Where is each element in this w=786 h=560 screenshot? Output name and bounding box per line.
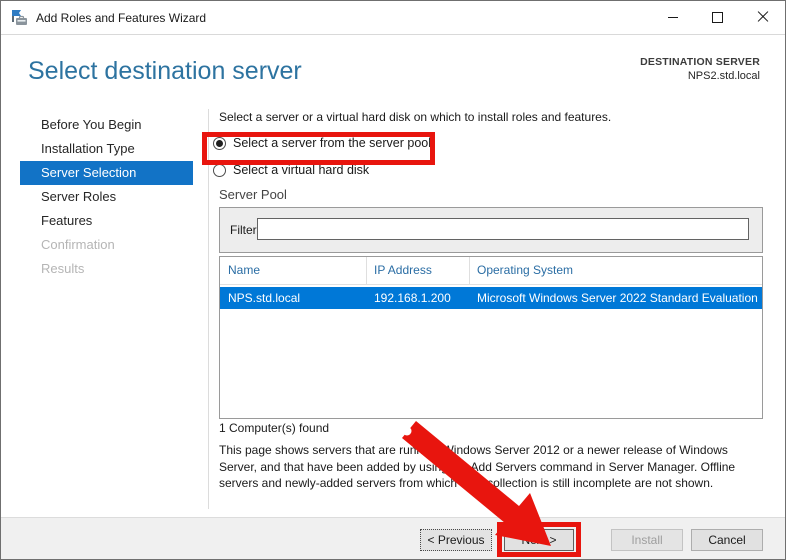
- radio-selected-icon[interactable]: [213, 137, 226, 150]
- sidebar-item-server-selection[interactable]: Server Selection: [20, 161, 193, 185]
- filter-input[interactable]: [257, 218, 749, 240]
- server-pool-title: Server Pool: [219, 187, 287, 202]
- radio-label: Select a virtual hard disk: [233, 163, 369, 177]
- computers-found-count: 1 Computer(s) found: [219, 421, 329, 435]
- destination-server-value: NPS2.std.local: [640, 70, 760, 82]
- radio-select-virtual-hard-disk[interactable]: Select a virtual hard disk: [213, 163, 369, 177]
- install-button: Install: [611, 529, 683, 551]
- minimize-icon: [668, 17, 678, 18]
- sidebar-item-results: Results: [20, 257, 193, 281]
- title-bar: Add Roles and Features Wizard: [1, 1, 785, 35]
- window-controls: [650, 1, 785, 33]
- sidebar-divider: [208, 109, 209, 509]
- column-header-name[interactable]: Name: [220, 257, 367, 284]
- close-icon: [757, 11, 769, 23]
- cancel-button[interactable]: Cancel: [691, 529, 763, 551]
- wizard-window: Add Roles and Features Wizard Select des…: [0, 0, 786, 560]
- sidebar-item-installation-type[interactable]: Installation Type: [20, 137, 193, 161]
- column-header-ip-address[interactable]: IP Address: [367, 257, 470, 284]
- window-title: Add Roles and Features Wizard: [36, 11, 206, 25]
- minimize-button[interactable]: [650, 1, 695, 33]
- destination-server-block: DESTINATION SERVER NPS2.std.local: [640, 56, 760, 82]
- sidebar-item-server-roles[interactable]: Server Roles: [20, 185, 193, 209]
- server-manager-icon: [11, 9, 28, 26]
- maximize-icon: [712, 12, 723, 23]
- sidebar-item-before-you-begin[interactable]: Before You Begin: [20, 113, 193, 137]
- page-title: Select destination server: [28, 57, 302, 86]
- column-header-operating-system[interactable]: Operating System: [470, 257, 762, 284]
- wizard-steps-nav: Before You Begin Installation Type Serve…: [20, 113, 193, 281]
- previous-button[interactable]: < Previous: [420, 529, 492, 551]
- server-pool-table: Name IP Address Operating System NPS.std…: [219, 256, 763, 419]
- radio-label: Select a server from the server pool: [233, 136, 431, 150]
- radio-select-server-from-pool[interactable]: Select a server from the server pool: [213, 136, 431, 150]
- radio-unselected-icon[interactable]: [213, 164, 226, 177]
- filter-label: Filter:: [230, 223, 260, 237]
- close-button[interactable]: [740, 1, 785, 33]
- table-header-row: Name IP Address Operating System: [220, 257, 762, 285]
- maximize-button[interactable]: [695, 1, 740, 33]
- table-row-selected[interactable]: NPS.std.local 192.168.1.200 Microsoft Wi…: [220, 287, 762, 309]
- cell-server-os: Microsoft Windows Server 2022 Standard E…: [470, 287, 762, 309]
- sidebar-item-features[interactable]: Features: [20, 209, 193, 233]
- next-button[interactable]: Next >: [504, 529, 574, 551]
- sidebar-item-confirmation: Confirmation: [20, 233, 193, 257]
- cell-server-ip: 192.168.1.200: [367, 287, 470, 309]
- filter-panel: Filter:: [219, 207, 763, 253]
- destination-server-label: DESTINATION SERVER: [640, 56, 760, 68]
- intro-text: Select a server or a virtual hard disk o…: [219, 110, 611, 124]
- page-description: This page shows servers that are running…: [219, 442, 767, 492]
- cell-server-name: NPS.std.local: [220, 287, 367, 309]
